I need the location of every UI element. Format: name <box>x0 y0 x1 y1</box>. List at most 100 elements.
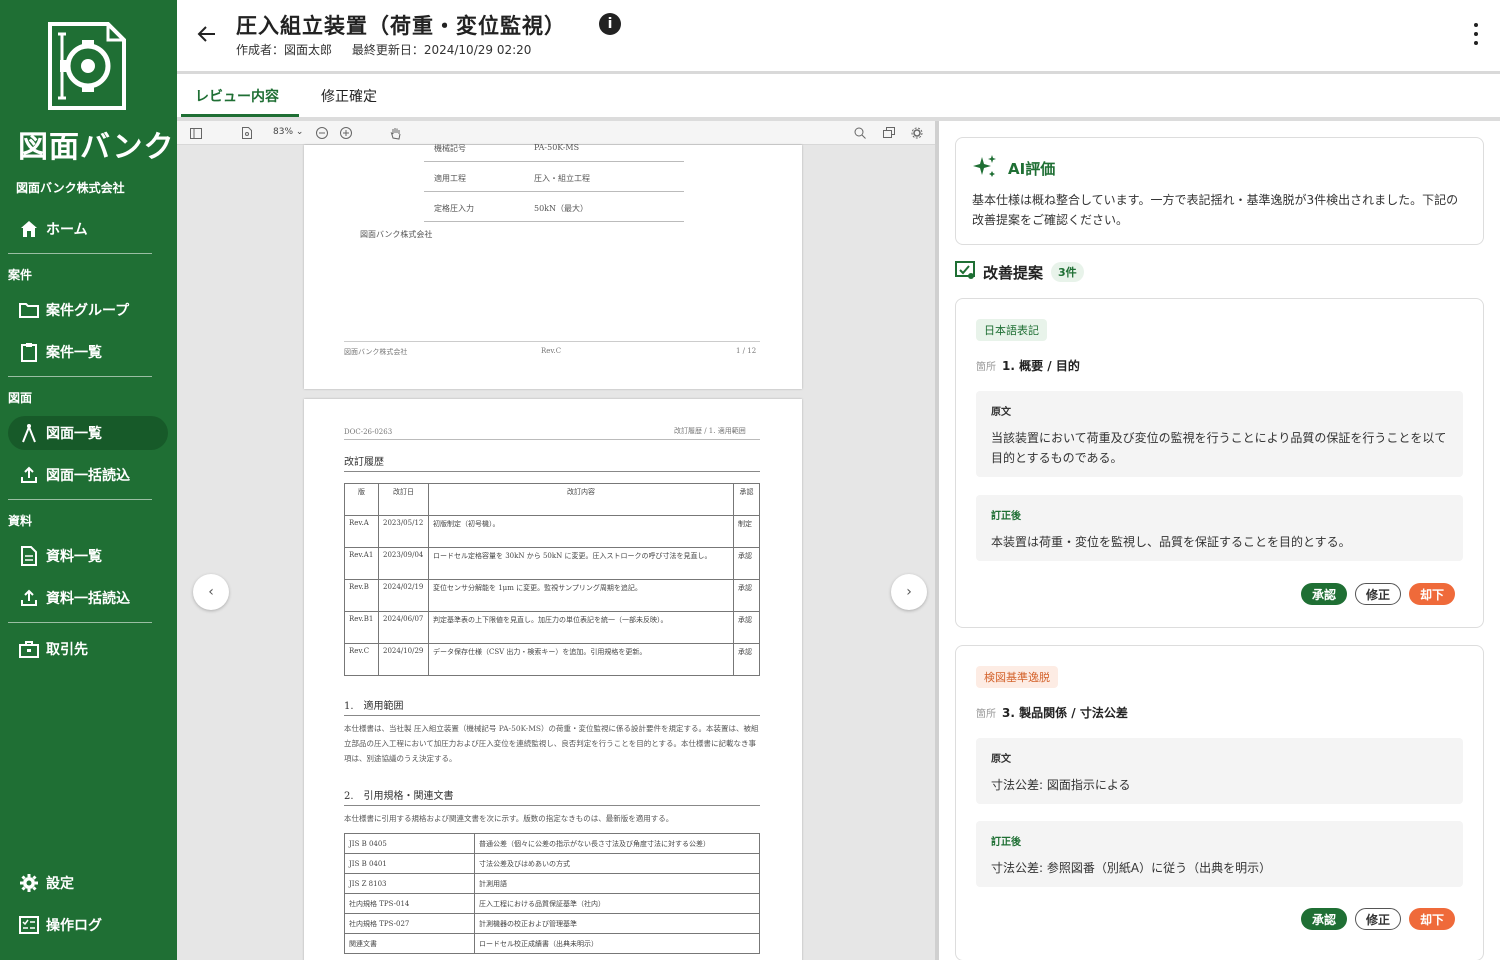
nav-settings[interactable]: 設定 <box>8 866 168 900</box>
nav-drawing-bulk-label: 図面一括読込 <box>46 468 130 484</box>
table-row: Rev.B1 2024/06/07 判定基準表の上下限値を見直し。加圧力の単位表… <box>344 611 760 644</box>
table-row: JIS Z 8103 計測用語 <box>344 873 760 894</box>
zoom-level: 83% <box>273 127 294 137</box>
nav-case-list[interactable]: 案件一覧 <box>8 335 168 369</box>
ai-evaluation-body: 基本仕様は概ね整合しています。一方で表記揺れ・基準逸脱が3件検出されました。下記… <box>972 193 1459 227</box>
spec-value: PA-50K-MS <box>534 143 580 152</box>
nav-material-list[interactable]: 資料一覧 <box>8 539 168 573</box>
rev-date: 2023/09/04 <box>378 547 429 580</box>
doc-number: DOC-26-0263 <box>344 428 393 436</box>
nav-clients[interactable]: 取引先 <box>8 632 168 666</box>
approve-button[interactable]: 承認 <box>1300 583 1347 605</box>
sidebar-divider <box>8 499 152 500</box>
reject-button[interactable]: 却下 <box>1409 583 1455 605</box>
back-arrow-icon[interactable] <box>195 22 219 46</box>
info-icon[interactable]: i <box>599 13 621 35</box>
document-icon <box>18 545 40 567</box>
folder-icon <box>18 299 40 321</box>
section-cases: 案件 <box>8 268 33 282</box>
nav-material-list-label: 資料一覧 <box>46 549 102 565</box>
rev-header-content: 改訂内容 <box>428 483 734 516</box>
suggestion-location: 箇所 1. 概要 / 目的 <box>976 357 1080 374</box>
rev-header-date: 改訂日 <box>378 483 429 516</box>
zoom-in-icon[interactable] <box>339 126 353 140</box>
std-name: ロードセル校正成績書（出典未明示） <box>474 933 760 954</box>
suggestion-icon <box>955 261 975 283</box>
review-panel: AI評価 基本仕様は概ね整合しています。一方で表記揺れ・基準逸脱が3件検出されま… <box>939 121 1500 960</box>
original-text-box: 原文 当該装置において荷重及び変位の監視を行うことにより品質の保証を行うことを以… <box>976 391 1463 477</box>
upload-icon <box>18 587 40 609</box>
original-text: 当該装置において荷重及び変位の監視を行うことにより品質の保証を行うことを以て目的… <box>991 431 1447 465</box>
reject-button[interactable]: 却下 <box>1409 908 1455 930</box>
search-icon[interactable] <box>853 126 867 140</box>
location-label: 箇所 <box>976 709 996 720</box>
tab-confirm[interactable]: 修正確定 <box>321 86 377 106</box>
nav-case-group[interactable]: 案件グループ <box>8 293 168 327</box>
document-page-1: 機械記号 PA-50K-MS 適用工程 圧入・組立工程 定格圧入力 50kN（最… <box>304 143 802 389</box>
rev-approval: 承認 <box>733 611 760 644</box>
approve-button[interactable]: 承認 <box>1300 908 1347 930</box>
brand-logo-icon <box>46 18 130 114</box>
spec-rule <box>424 161 684 162</box>
tab-review[interactable]: レビュー内容 <box>195 86 279 106</box>
updated-text: 最終更新日：2024/10/29 02:20 <box>351 43 532 57</box>
zoom-out-icon[interactable] <box>315 126 329 140</box>
rev-approval: 承認 <box>733 643 760 676</box>
corrected-text-box: 訂正後 本装置は荷重・変位を監視し、品質を保証することを目的とする。 <box>976 495 1463 561</box>
suggestion-location: 箇所 3. 製品関係 / 寸法公差 <box>976 704 1128 721</box>
rev-header-version: 版 <box>344 483 379 516</box>
next-page-button[interactable]: › <box>891 574 927 610</box>
copy-icon[interactable] <box>882 126 896 140</box>
prev-page-button[interactable]: ‹ <box>193 574 229 610</box>
zoom-select[interactable]: 83% ⌄ <box>273 127 303 137</box>
edit-button[interactable]: 修正 <box>1354 908 1401 930</box>
suggestions-count-badge: 3件 <box>1051 262 1084 282</box>
corrected-text: 寸法公差: 参照図番（別紙A）に従う（出典を明示） <box>991 861 1272 875</box>
nav-drawing-bulk-import[interactable]: 図面一括読込 <box>8 458 168 492</box>
nav-material-bulk-label: 資料一括読込 <box>46 591 130 607</box>
nav-drawing-list[interactable]: 図面一覧 <box>8 416 168 450</box>
table-row: Rev.A1 2023/09/04 ロードセル定格容量を 30kN から 50k… <box>344 547 760 580</box>
gear-icon <box>18 872 40 894</box>
hand-tool-icon[interactable] <box>389 126 403 140</box>
tab-bar: レビュー内容 修正確定 <box>177 74 1500 118</box>
suggestion-card: 検図基準逸脱 箇所 3. 製品関係 / 寸法公差 原文 寸法公差: 図面指示による… <box>955 645 1484 960</box>
app-root: 図面バンク 図面バンク株式会社 ホーム 案件 案件グループ 案件一覧 図面 図面… <box>0 0 1500 960</box>
rev-date: 2024/02/19 <box>378 579 429 612</box>
std-name: 圧入工程における品質保証基準（社内） <box>474 893 760 914</box>
table-row: 社内規格 TPS-027 計測機器の校正および管理基準 <box>344 913 760 934</box>
nav-drawing-list-label: 図面一覧 <box>46 426 102 442</box>
nav-operation-log[interactable]: 操作ログ <box>8 908 168 942</box>
page-view-icon[interactable] <box>240 126 254 140</box>
compass-icon <box>18 422 40 444</box>
sidebar-toggle-icon[interactable] <box>189 126 203 140</box>
rev-version: Rev.A1 <box>344 547 379 580</box>
rev-version: Rev.B1 <box>344 611 379 644</box>
more-menu-icon[interactable] <box>1472 23 1480 45</box>
footer-company: 図面バンク株式会社 <box>344 348 408 356</box>
brand-name: 図面バンク <box>18 130 175 165</box>
section-rule <box>344 471 760 472</box>
std-code: JIS B 0401 <box>344 853 475 874</box>
page-header: 圧入組立装置（荷重・変位監視） i 作成者：図面太郎 最終更新日：2024/10… <box>177 0 1500 72</box>
std-code: JIS Z 8103 <box>344 873 475 894</box>
action-buttons: 承認 修正 却下 <box>1300 583 1455 605</box>
section-1-body: 本仕様書は、当社製 圧入組立装置（機械記号 PA-50K-MS）の荷重・変位監視… <box>344 724 759 763</box>
original-label: 原文 <box>991 407 1011 418</box>
std-name: 普通公差（個々に公差の指示がない長さ寸法及び角度寸法に対する公差） <box>474 833 760 854</box>
chevron-right-icon: › <box>906 584 912 600</box>
spec-key: 機械記号 <box>434 144 466 153</box>
footer-rule <box>344 341 760 342</box>
rev-header-approval: 承認 <box>733 483 760 516</box>
settings-icon[interactable] <box>910 126 924 140</box>
spec-rule <box>424 191 684 192</box>
nav-material-bulk-import[interactable]: 資料一括読込 <box>8 581 168 615</box>
edit-button[interactable]: 修正 <box>1354 583 1401 605</box>
section-rule <box>344 805 760 806</box>
corrected-text-box: 訂正後 寸法公差: 参照図番（別紙A）に従う（出典を明示） <box>976 821 1463 887</box>
nav-case-list-label: 案件一覧 <box>46 345 102 361</box>
nav-home[interactable]: ホーム <box>8 212 168 246</box>
rev-desc: 初版制定（初号機）。 <box>428 515 734 548</box>
original-label: 原文 <box>991 754 1011 765</box>
location-label: 箇所 <box>976 362 996 373</box>
